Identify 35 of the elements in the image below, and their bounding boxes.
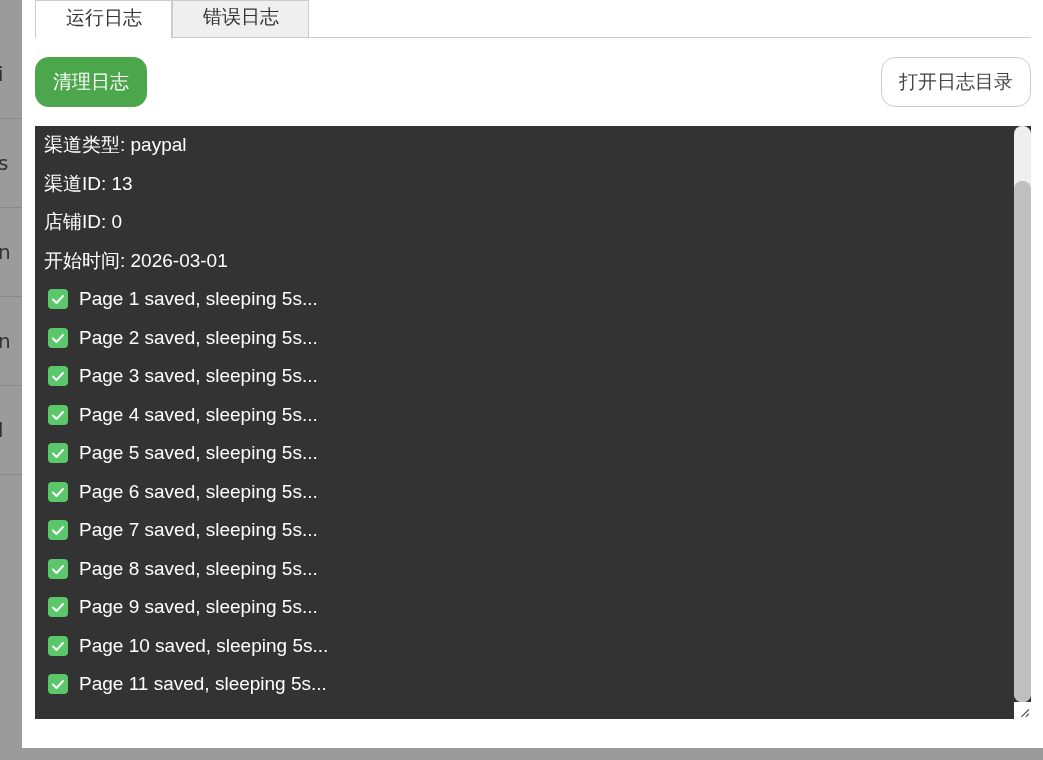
open-log-folder-button[interactable]: 打开日志目录 <box>881 57 1031 107</box>
check-icon <box>48 635 68 656</box>
check-icon <box>48 520 68 541</box>
background-text: l <box>0 420 4 440</box>
check-icon <box>48 443 68 464</box>
log-line: Page 1 saved, sleeping 5s... <box>79 288 318 311</box>
log-line: Page 4 saved, sleeping 5s... <box>79 403 318 426</box>
log-textarea[interactable] <box>35 126 1031 719</box>
log-line: Page 5 saved, sleeping 5s... <box>79 442 318 465</box>
check-icon <box>48 481 68 502</box>
check-icon <box>48 366 68 387</box>
check-icon <box>48 597 68 618</box>
tab[interactable]: 错误日志 <box>172 0 309 37</box>
log-line: 渠道ID: 13 <box>44 171 133 196</box>
background-text: n <box>0 331 11 351</box>
log-line: Page 8 saved, sleeping 5s... <box>79 557 318 580</box>
log-line: Page 6 saved, sleeping 5s... <box>79 480 318 503</box>
log-line: Page 3 saved, sleeping 5s... <box>79 365 318 388</box>
background-text: i <box>0 64 4 84</box>
log-line: Page 2 saved, sleeping 5s... <box>79 326 318 349</box>
log-line: Page 7 saved, sleeping 5s... <box>79 519 318 542</box>
scrollbar[interactable] <box>1014 126 1031 702</box>
tab[interactable]: 运行日志 <box>35 0 172 38</box>
log-line: 店铺ID: 0 <box>44 210 123 235</box>
log-line: Page 10 saved, sleeping 5s... <box>79 634 329 657</box>
log-line: Page 9 saved, sleeping 5s... <box>79 596 318 619</box>
log-line: 渠道类型: paypal <box>44 133 187 158</box>
check-icon <box>48 327 68 348</box>
check-icon <box>48 404 68 425</box>
log-line: 开始时间: 2026-03-01 <box>44 248 228 273</box>
background-text: n <box>0 242 11 262</box>
check-icon <box>48 558 68 579</box>
check-icon <box>48 289 68 310</box>
check-icon <box>48 674 68 695</box>
log-line: Page 11 saved, sleeping 5s... <box>79 673 327 696</box>
